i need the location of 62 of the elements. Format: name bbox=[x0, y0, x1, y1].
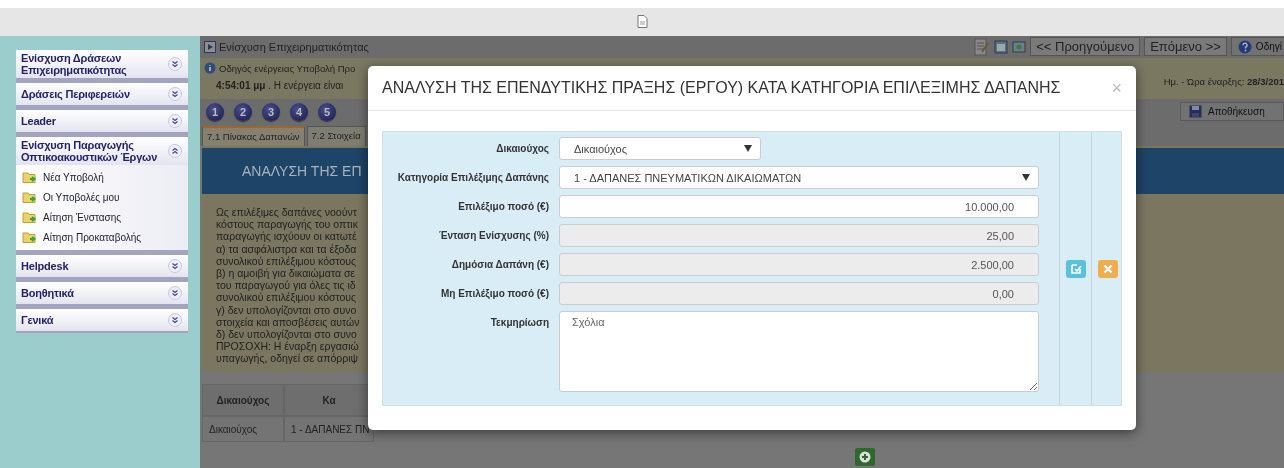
tab[interactable]: 7.1 Πίνακας Δαπανών bbox=[202, 126, 305, 146]
readonly-field[interactable]: 25,00 bbox=[559, 224, 1039, 247]
chevron-down-icon[interactable] bbox=[168, 286, 182, 300]
menu-item[interactable]: Αίτηση Προκαταβολής bbox=[20, 230, 184, 244]
folder-arrow-icon bbox=[22, 210, 38, 224]
field-label: Δημόσια Δαπάνη (€) bbox=[450, 258, 549, 270]
nav-button[interactable]: Επόμενο >> bbox=[1144, 37, 1227, 57]
start-time-text: Ημ. - Ώρα έναρξης: 28/3/201 bbox=[1163, 75, 1284, 89]
guide-text: Οδηγός ενέργειας Υποβολή Προ bbox=[219, 62, 356, 74]
field-label: Τεκμηρίωση bbox=[489, 316, 549, 328]
chevron-up-icon[interactable] bbox=[168, 144, 182, 158]
step-button[interactable]: 4 bbox=[290, 102, 308, 121]
menu-section-header[interactable]: Helpdesk bbox=[16, 255, 188, 277]
table-cell: Δικαιούχος bbox=[202, 416, 284, 442]
nav-button[interactable]: << Προηγούμενο bbox=[1030, 37, 1141, 57]
caret-icon bbox=[1022, 174, 1030, 181]
chevron-down-icon[interactable] bbox=[168, 114, 182, 128]
page-title: Ενίσχυση Επιχειρηματικότητας bbox=[219, 40, 369, 53]
menu-item[interactable]: Νέα Υποβολή bbox=[20, 170, 184, 184]
field-label: Επιλέξιμο ποσό (€) bbox=[457, 200, 549, 212]
chevron-down-icon[interactable] bbox=[168, 259, 182, 273]
info-icon bbox=[204, 61, 216, 75]
column-header: Δικαιούχος bbox=[202, 384, 284, 416]
folder-arrow-icon bbox=[22, 190, 38, 204]
chevron-down-icon[interactable] bbox=[168, 57, 182, 71]
menu-section-header[interactable]: Ενίσχυση Δράσεων Επιχειρηματικότητας bbox=[16, 50, 188, 78]
calendar-icon[interactable] bbox=[994, 39, 1009, 54]
plus-icon[interactable] bbox=[855, 448, 875, 466]
step-button[interactable]: 5 bbox=[318, 102, 336, 121]
chevron-down-icon[interactable] bbox=[168, 87, 182, 101]
dialog-title: ΑΝΑΛΥΣΗ ΤΗΣ ΕΠΕΝΔΥΤΙΚΗΣ ΠΡΑΞΗΣ (ΕΡΓΟΥ) ΚΑΤΑ ΚΑΤΗΓΟΡΙΑ ΕΠΙΛΕΞΙΜΗΣ ΔΑΠΑΝΗΣ bbox=[382, 79, 1061, 97]
chevron-down-icon[interactable] bbox=[168, 313, 182, 327]
step-button[interactable]: 2 bbox=[234, 102, 252, 121]
dropdown[interactable]: 1 - ΔΑΠΑΝΕΣ ΠΝΕΥΜΑΤΙΚΩΝ ΔΙΚΑΙΩΜΑΤΩΝ bbox=[559, 166, 1039, 189]
step-button[interactable]: 3 bbox=[262, 102, 280, 121]
readonly-field[interactable]: 0,00 bbox=[559, 282, 1039, 305]
folder-arrow-icon bbox=[22, 230, 38, 244]
menu-item[interactable]: Οι Υποβολές μου bbox=[20, 190, 184, 204]
field-label: Μη Επιλέξιμο ποσό (€) bbox=[439, 287, 549, 299]
field-label: Ένταση Ενίσχυσης (%) bbox=[437, 229, 549, 241]
status-text: 4:54:01 μμ . Η ενέργεια είναι bbox=[216, 79, 345, 91]
field-label: Κατηγορία Επιλέξιμης Δαπάνης bbox=[396, 171, 549, 183]
tab[interactable]: 7.2 Στοιχεία bbox=[306, 126, 366, 146]
menu-item[interactable]: Αίτηση Ένστασης bbox=[20, 210, 184, 224]
save-button[interactable]: Αποθήκευση bbox=[1180, 102, 1284, 122]
menu-section-header[interactable]: Leader bbox=[16, 110, 188, 132]
dropdown[interactable]: Δικαιούχος bbox=[559, 137, 761, 160]
folder-arrow-icon bbox=[22, 170, 38, 184]
help-button[interactable]: Οδηγί bbox=[1230, 37, 1284, 57]
help-icon bbox=[1237, 39, 1252, 54]
input-field[interactable]: 10.000,00 bbox=[559, 195, 1039, 218]
comment-textarea[interactable]: Σχόλια bbox=[559, 311, 1039, 392]
menu-section-header[interactable]: Ενίσχυση Παραγωγής Οπτικοακουστικών Έργων bbox=[16, 137, 188, 165]
readonly-field[interactable]: 2.500,00 bbox=[559, 253, 1039, 276]
menu-section-header[interactable]: Δράσεις Περιφερειών bbox=[16, 83, 188, 105]
info-paragraph: Ως επιλέξιμες δαπάνες νοούντ κόστους παραγωγής του οπτικ παραγωγής ισχύουν οι κατωτέ α) τα ασφάλιστρα και τα έξοδα συνολικού επιλέξιμου κόστους β) η αμοιβή για δικαιώματα σε του παραγωγού για όλες τις ιδ συνολικού επιλέξιμου κόστους γ) δεν υπολογίζονται στο συνο στοιχεία και αποσβέσεις αυτών δ) δεν υπολογίζονται στο συνο ΠΡΟΣΟΧΗ: Η έναρξη εργασιώ υπαγωγής, οδηγεί σε απόρριψ bbox=[215, 205, 360, 365]
menu-section-header[interactable]: Βοηθητικά bbox=[16, 282, 188, 304]
table-cell: 1 - ΔΑΠΑΝΕΣ ΠΝ bbox=[284, 416, 374, 442]
step-button[interactable]: 1 bbox=[206, 102, 224, 121]
menu-section-header[interactable]: Γενικά bbox=[16, 309, 188, 331]
document-icon bbox=[636, 14, 648, 28]
play-window-icon bbox=[204, 40, 216, 53]
